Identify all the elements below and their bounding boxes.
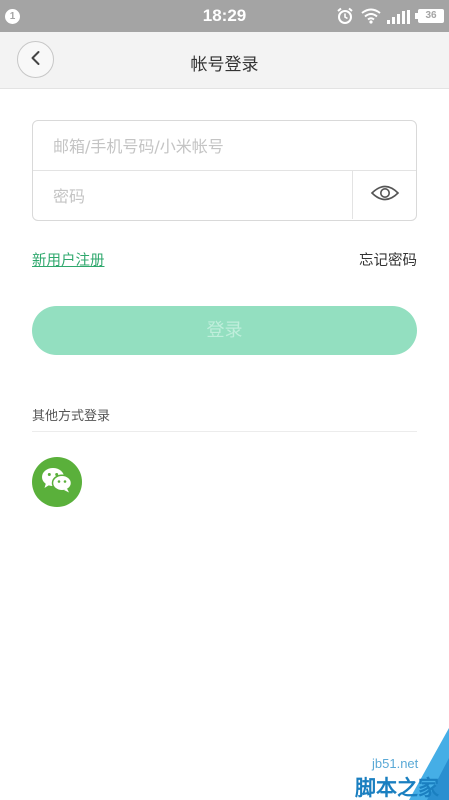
show-password-button[interactable] [352, 171, 416, 219]
login-form [32, 120, 417, 221]
wechat-login-button[interactable] [32, 457, 82, 507]
alarm-icon [336, 7, 354, 29]
wechat-icon [40, 466, 74, 498]
account-input[interactable] [53, 134, 393, 158]
divider [32, 431, 417, 432]
account-field [33, 121, 416, 171]
watermark-name: 脚本之家 [355, 776, 439, 800]
page-title: 帐号登录 [190, 55, 259, 75]
other-methods-label: 其他方式登录 [32, 409, 111, 424]
password-field [33, 171, 416, 221]
eye-icon [370, 183, 400, 207]
watermark-site: jb51.net [372, 756, 419, 771]
battery-icon: 36 [415, 9, 444, 23]
forgot-password-link[interactable]: 忘记密码 [359, 249, 417, 270]
signal-icon [387, 9, 411, 28]
register-link[interactable]: 新用户注册 [32, 249, 105, 270]
wifi-icon [361, 8, 381, 28]
header: 帐号登录 [0, 32, 449, 89]
status-bar: 1 18:29 36 [0, 0, 449, 32]
password-input[interactable] [53, 184, 343, 208]
status-time: 18:29 [202, 6, 247, 25]
login-button[interactable]: 登录 [32, 306, 417, 355]
